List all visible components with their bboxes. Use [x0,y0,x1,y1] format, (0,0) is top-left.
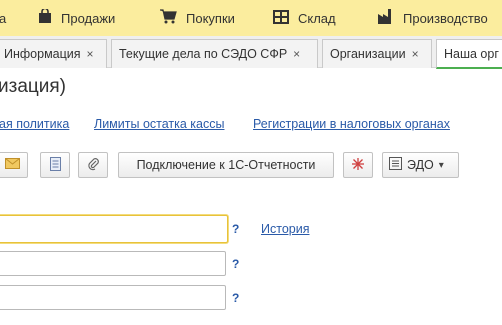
close-icon[interactable]: × [293,47,300,61]
menu-item-label: Покупки [186,10,235,26]
help-question-mark[interactable]: ? [232,257,239,271]
attachments-button[interactable] [78,152,108,178]
menu-item-label: Производство [403,10,488,26]
menu-item-partial[interactable]: а [0,0,6,36]
menu-item-purchases[interactable]: Покупки [160,0,235,36]
link-accounting-policy[interactable]: ая политика [0,117,69,131]
menu-item-sales[interactable]: Продажи [38,0,115,36]
form-field-3[interactable] [0,285,226,310]
main-menu-bar: а Продажи Покупки Склад Производство [0,0,502,36]
reporting-service-button[interactable] [343,152,373,178]
print-list-button[interactable] [40,152,70,178]
tab-label: Текущие дела по СЭДО СФР [119,47,288,61]
tab-our-organization[interactable]: Наша орг [436,39,502,69]
form-toolbar: Подключение к 1С-Отчетности ЭДО ▾ [0,152,502,178]
menu-item-label: а [0,10,7,26]
tab-current-tasks-sedo[interactable]: Текущие дела по СЭДО СФР × [111,39,318,68]
paperclip-icon [87,157,100,174]
page-title: изация) [0,76,67,97]
snowflake-icon [351,157,365,174]
button-label: Подключение к 1С-Отчетности [136,158,316,172]
form-links-bar: ая политика Лимиты остатка кассы Регистр… [0,117,502,133]
close-icon[interactable]: × [87,47,94,61]
edo-icon [389,157,402,173]
form-field-2[interactable] [0,251,226,276]
button-label: ЭДО [407,158,434,172]
help-question-mark[interactable]: ? [232,222,239,236]
envelope-icon [4,158,20,172]
tab-label: Информация [4,47,81,61]
document-list-icon [49,156,61,174]
connect-1c-reporting-button[interactable]: Подключение к 1С-Отчетности [118,152,334,178]
close-icon[interactable]: × [412,47,419,61]
menu-item-label: Склад [298,10,336,26]
menu-item-label: Продажи [61,10,116,26]
form-field-1[interactable] [0,215,228,243]
warehouse-icon [273,9,289,27]
link-cash-limits[interactable]: Лимиты остатка кассы [94,117,224,131]
link-tax-registrations[interactable]: Регистрации в налоговых органах [253,117,450,131]
history-link[interactable]: История [261,222,309,236]
bag-icon [38,7,52,27]
tab-label: Организации [330,47,406,61]
open-tabs-bar: Информация × Текущие дела по СЭДО СФР × … [0,36,502,69]
edo-dropdown-button[interactable]: ЭДО ▾ [382,152,459,178]
menu-item-production[interactable]: Производство [378,0,488,36]
chevron-down-icon: ▾ [438,159,444,171]
tab-label: Наша орг [444,46,499,61]
email-button[interactable] [0,152,28,178]
cart-icon [160,9,177,27]
tab-information[interactable]: Информация × [0,39,107,68]
menu-item-warehouse[interactable]: Склад [273,0,336,36]
help-question-mark[interactable]: ? [232,291,239,305]
tab-organizations[interactable]: Организации × [322,39,432,68]
factory-icon [378,9,394,27]
